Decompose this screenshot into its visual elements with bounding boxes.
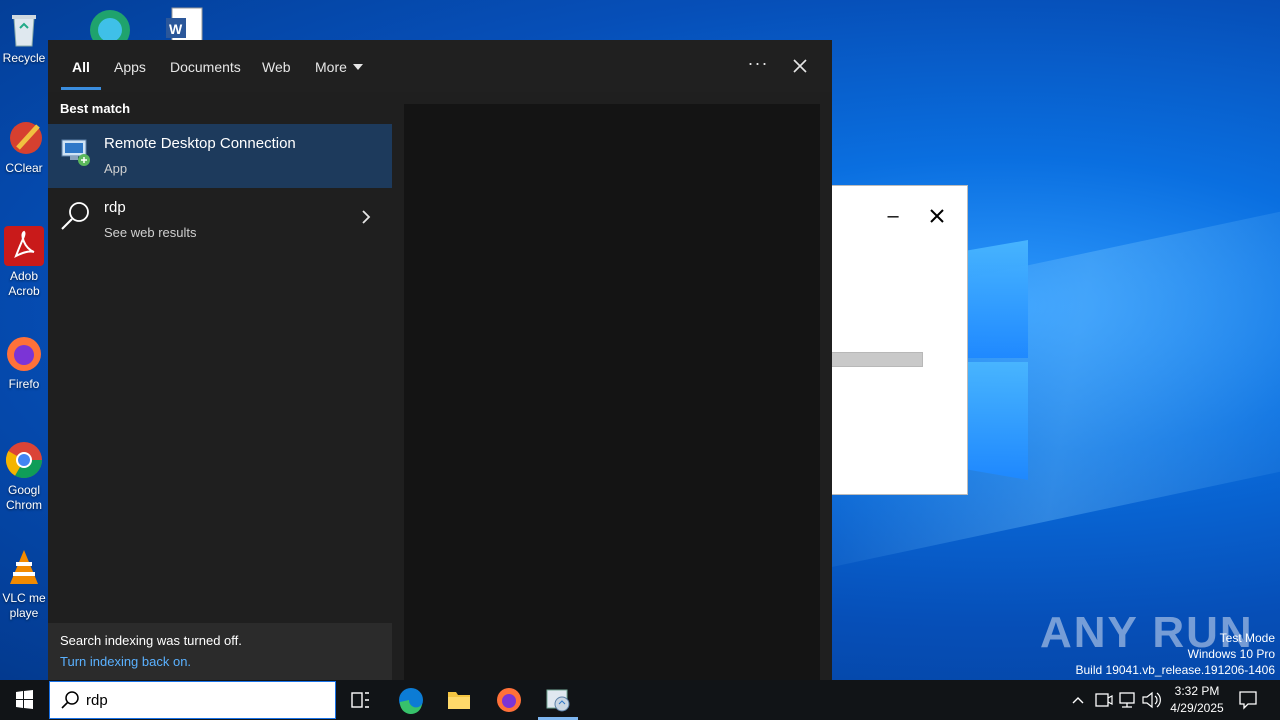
windows-logo-wallpaper xyxy=(960,240,1030,480)
result-title: Remote Desktop Connection xyxy=(104,135,296,152)
tab-documents[interactable]: Documents xyxy=(170,57,241,77)
minimize-button[interactable]: – xyxy=(879,202,907,230)
indexing-notice: Search indexing was turned off. Turn ind… xyxy=(48,623,392,680)
task-view-icon xyxy=(351,692,369,708)
result-subtitle: See web results xyxy=(104,225,197,240)
close-icon xyxy=(930,209,944,223)
chevron-down-icon xyxy=(352,64,363,70)
taskbar-running-app[interactable] xyxy=(534,680,582,720)
tab-more[interactable]: More xyxy=(315,57,363,77)
adobe-acrobat-icon xyxy=(4,226,44,266)
desktop-icon-ccleaner[interactable]: CClear xyxy=(0,118,48,176)
result-remote-desktop-connection[interactable]: Remote Desktop Connection App xyxy=(48,124,392,188)
search-panel: All Apps Documents Web More ··· Best mat… xyxy=(48,40,832,680)
ccleaner-icon xyxy=(4,118,44,158)
edge-desktop-icon[interactable] xyxy=(88,4,130,50)
result-web-search-rdp[interactable]: rdp See web results xyxy=(48,188,392,252)
close-search-button[interactable] xyxy=(786,52,814,80)
more-options-button[interactable]: ··· xyxy=(745,52,771,78)
tray-network[interactable] xyxy=(1116,680,1138,720)
preview-pane xyxy=(404,104,820,680)
result-title: rdp xyxy=(104,199,126,216)
close-button[interactable] xyxy=(923,202,951,230)
chevron-right-icon[interactable] xyxy=(358,208,374,226)
build-label: Build 19041.vb_release.191206-1406 xyxy=(1075,663,1276,677)
desktop-icon-label: Googl Chrom xyxy=(5,483,42,512)
result-subtitle: App xyxy=(104,161,128,176)
search-icon xyxy=(60,200,92,232)
results-column: Best match Remote Desktop Connection App… xyxy=(48,92,392,680)
camera-icon xyxy=(1095,693,1113,707)
tray-volume[interactable] xyxy=(1140,680,1162,720)
rdp-app-icon xyxy=(546,689,570,712)
search-icon xyxy=(61,691,79,709)
file-explorer-icon xyxy=(448,692,470,709)
desktop-icon-label: Firefo xyxy=(8,377,40,391)
turn-indexing-on-link[interactable]: Turn indexing back on. xyxy=(60,654,191,669)
clock-time: 3:32 PM xyxy=(1174,684,1220,698)
tab-apps[interactable]: Apps xyxy=(114,57,146,77)
task-view-button[interactable] xyxy=(336,680,384,720)
close-icon xyxy=(793,59,807,73)
tab-web[interactable]: Web xyxy=(262,57,291,77)
desktop-icon-label: VLC me playe xyxy=(2,591,46,620)
tray-meet-now[interactable] xyxy=(1092,680,1114,720)
desktop-icon-google-chrome[interactable]: Googl Chrom xyxy=(0,440,48,513)
taskbar-firefox[interactable] xyxy=(485,680,533,720)
desktop-icon-adobe-acrobat[interactable]: Adob Acrob xyxy=(0,226,48,299)
tab-more-label: More xyxy=(315,59,347,75)
firefox-icon xyxy=(4,334,44,374)
remote-desktop-icon xyxy=(60,136,92,168)
taskbar-clock[interactable]: 3:32 PM 4/29/2025 xyxy=(1162,683,1232,717)
taskbar-search-box[interactable] xyxy=(49,681,336,719)
show-hidden-icons-button[interactable] xyxy=(1068,680,1088,720)
windows-start-icon xyxy=(16,690,33,709)
desktop-icon-vlc[interactable]: VLC me playe xyxy=(0,548,48,621)
taskbar-edge[interactable] xyxy=(387,680,435,720)
desktop-icon-label: Adob Acrob xyxy=(8,269,40,298)
desktop-icon-recycle-bin[interactable]: Recycle xyxy=(0,8,48,66)
desktop-icon-firefox[interactable]: Firefo xyxy=(0,334,48,392)
word-desktop-icon[interactable]: W xyxy=(164,4,204,43)
edge-icon xyxy=(399,688,423,715)
search-input[interactable] xyxy=(86,690,316,710)
vlc-icon xyxy=(4,548,44,588)
action-center-button[interactable] xyxy=(1236,680,1260,720)
background-dialog-window: – xyxy=(820,185,968,495)
taskbar: 3:32 PM 4/29/2025 xyxy=(0,680,1280,720)
chevron-up-icon xyxy=(1072,697,1084,704)
svg-text:W: W xyxy=(169,21,183,37)
chrome-icon xyxy=(4,440,44,480)
search-tabs: All Apps Documents Web More ··· xyxy=(48,40,832,92)
test-mode-label: Test Mode xyxy=(1219,631,1275,645)
network-icon xyxy=(1119,692,1135,708)
desktop-icon-label: CClear xyxy=(5,161,43,175)
start-button[interactable] xyxy=(0,680,48,720)
windows-edition-label: Windows 10 Pro xyxy=(1187,647,1275,661)
tab-all[interactable]: All xyxy=(72,57,90,77)
progress-bar xyxy=(821,352,923,367)
recycle-bin-icon xyxy=(4,8,44,48)
indexing-status-text: Search indexing was turned off. xyxy=(60,633,242,648)
notification-icon xyxy=(1239,691,1257,710)
best-match-heading: Best match xyxy=(60,101,131,116)
firefox-icon xyxy=(497,688,521,712)
taskbar-file-explorer[interactable] xyxy=(435,680,483,720)
clock-date: 4/29/2025 xyxy=(1170,701,1224,715)
active-tab-indicator xyxy=(61,87,101,90)
volume-icon xyxy=(1142,691,1161,709)
desktop-icon-label: Recycle xyxy=(2,51,46,65)
test-mode-text: Test Mode Windows 10 Pro Build 19041.vb_… xyxy=(1076,630,1276,678)
